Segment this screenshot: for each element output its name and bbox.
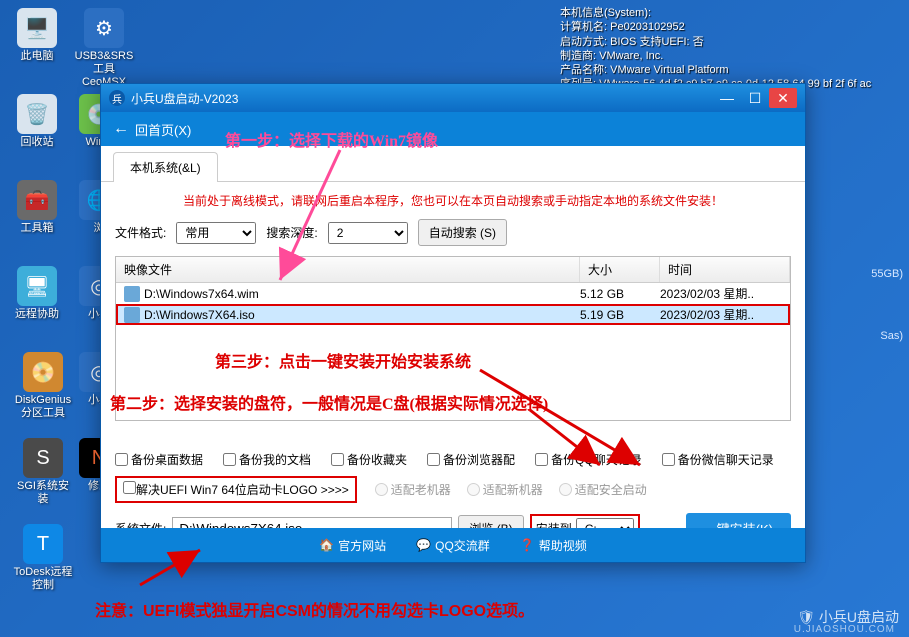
radio-old[interactable]: 适配老机器: [375, 481, 451, 498]
col-size[interactable]: 大小: [580, 257, 660, 282]
trash-icon: 🗑️: [17, 94, 57, 134]
close-button[interactable]: ✕: [769, 88, 797, 108]
bg-text: 55GB): [871, 268, 903, 280]
depth-label: 搜索深度:: [266, 224, 317, 241]
title-bar[interactable]: 兵 小兵U盘启动-V2023 — ☐ ✕: [101, 84, 805, 112]
tab-local-system[interactable]: 本机系统(&L): [113, 152, 218, 182]
home-icon: 🏠: [319, 538, 334, 552]
chat-icon: 💬: [416, 538, 431, 552]
table-row-selected[interactable]: D:\Windows7X64.iso 5.19 GB 2023/02/03 星期…: [116, 304, 790, 325]
uefi-logo-checkbox[interactable]: 解决UEFI Win7 64位启动卡LOGO >>>>: [123, 481, 349, 498]
nav-bar: ← 回首页(X): [101, 112, 805, 146]
depth-select[interactable]: 2: [328, 222, 408, 244]
minimize-button[interactable]: —: [713, 88, 741, 108]
footer-qq[interactable]: 💬QQ交流群: [416, 537, 490, 554]
check-wechat[interactable]: 备份微信聊天记录: [662, 451, 774, 468]
annotation-step3: 第三步：点击一键安装开始安装系统: [215, 348, 471, 372]
table-header: 映像文件 大小 时间: [116, 257, 790, 283]
check-desktop[interactable]: 备份桌面数据: [115, 451, 203, 468]
col-name[interactable]: 映像文件: [116, 257, 580, 282]
file-icon: [124, 307, 140, 323]
maximize-button[interactable]: ☐: [741, 88, 769, 108]
tab-strip: 本机系统(&L): [101, 152, 805, 182]
disk-tool-icon: 📀: [23, 352, 63, 392]
monitor-icon: 🖥: [17, 266, 57, 306]
help-icon: ❓: [520, 538, 535, 552]
gear-icon: ⚙: [84, 8, 124, 48]
footer: 🏠官方网站 💬QQ交流群 ❓帮助视频: [101, 528, 805, 562]
radio-new[interactable]: 适配新机器: [467, 481, 543, 498]
desktop-icon-recycle[interactable]: 🗑️回收站: [12, 94, 62, 149]
window-title: 小兵U盘启动-V2023: [131, 90, 238, 107]
main-window: 兵 小兵U盘启动-V2023 — ☐ ✕ ← 回首页(X) 本机系统(&L) 当…: [100, 83, 806, 563]
desktop-icon-todesk[interactable]: TToDesk远程 控制: [12, 524, 74, 592]
footer-help[interactable]: ❓帮助视频: [520, 537, 587, 554]
uefi-logo-box: 解决UEFI Win7 64位启动卡LOGO >>>>: [115, 476, 357, 503]
format-label: 文件格式:: [115, 224, 166, 241]
desktop-icon-usb3[interactable]: ⚙USB3&SRS 工具CeoMSX: [74, 8, 134, 90]
machine-radio-group: 适配老机器 适配新机器 适配安全启动: [375, 481, 647, 498]
bg-text: Sas): [880, 330, 903, 342]
watermark-sub: U.JIAOSHOU.COM: [794, 624, 895, 635]
check-browser[interactable]: 备份浏览器配: [427, 451, 515, 468]
desktop-icon-toolbox[interactable]: 🧰工具箱: [12, 180, 62, 235]
desktop-icon-this-pc[interactable]: 🖥️此电脑: [12, 8, 62, 63]
uefi-row: 解决UEFI Win7 64位启动卡LOGO >>>> 适配老机器 适配新机器 …: [115, 476, 791, 503]
check-fav[interactable]: 备份收藏夹: [331, 451, 407, 468]
check-docs[interactable]: 备份我的文档: [223, 451, 311, 468]
desktop-icon-diskgenius[interactable]: 📀DiskGenius 分区工具: [12, 352, 74, 420]
annotation-step1: 第一步：选择下载的Win7镜像: [225, 127, 438, 151]
offline-message: 当前处于离线模式，请联网后重启本程序，您也可以在本页自动搜索或手动指定本地的系统…: [115, 192, 791, 209]
table-row[interactable]: D:\Windows7x64.wim 5.12 GB 2023/02/03 星期…: [116, 283, 790, 304]
desktop-icon-sgi[interactable]: SSGI系统安装: [12, 438, 74, 506]
remote-icon: T: [23, 524, 63, 564]
footer-website[interactable]: 🏠官方网站: [319, 537, 386, 554]
radio-secure[interactable]: 适配安全启动: [559, 481, 647, 498]
toolbox-icon: 🧰: [17, 180, 57, 220]
annotation-step2: 第二步：选择安装的盘符，一般情况是C盘(根据实际情况选择): [110, 390, 548, 414]
col-date[interactable]: 时间: [660, 257, 790, 282]
desktop-icon-remote[interactable]: 🖥远程协助: [12, 266, 62, 321]
backup-options: 备份桌面数据 备份我的文档 备份收藏夹 备份浏览器配 备份QQ聊天记录 备份微信…: [115, 451, 791, 468]
nav-home-link[interactable]: 回首页(X): [135, 120, 191, 139]
back-arrow-icon[interactable]: ←: [113, 120, 129, 138]
check-qq[interactable]: 备份QQ聊天记录: [535, 451, 642, 468]
auto-search-button[interactable]: 自动搜索 (S): [418, 219, 507, 246]
system-info: 本机信息(System): 计算机名: Pe0203102952 启动方式: B…: [560, 6, 871, 92]
format-select[interactable]: 常用: [176, 222, 256, 244]
annotation-note: 注意：UEFI模式独显开启CSM的情况不用勾选卡LOGO选项。: [95, 597, 534, 621]
computer-icon: 🖥️: [17, 8, 57, 48]
file-icon: [124, 286, 140, 302]
install-icon: S: [23, 438, 63, 478]
filter-row: 文件格式: 常用 搜索深度: 2 自动搜索 (S): [115, 219, 791, 246]
app-icon: 兵: [109, 90, 125, 106]
